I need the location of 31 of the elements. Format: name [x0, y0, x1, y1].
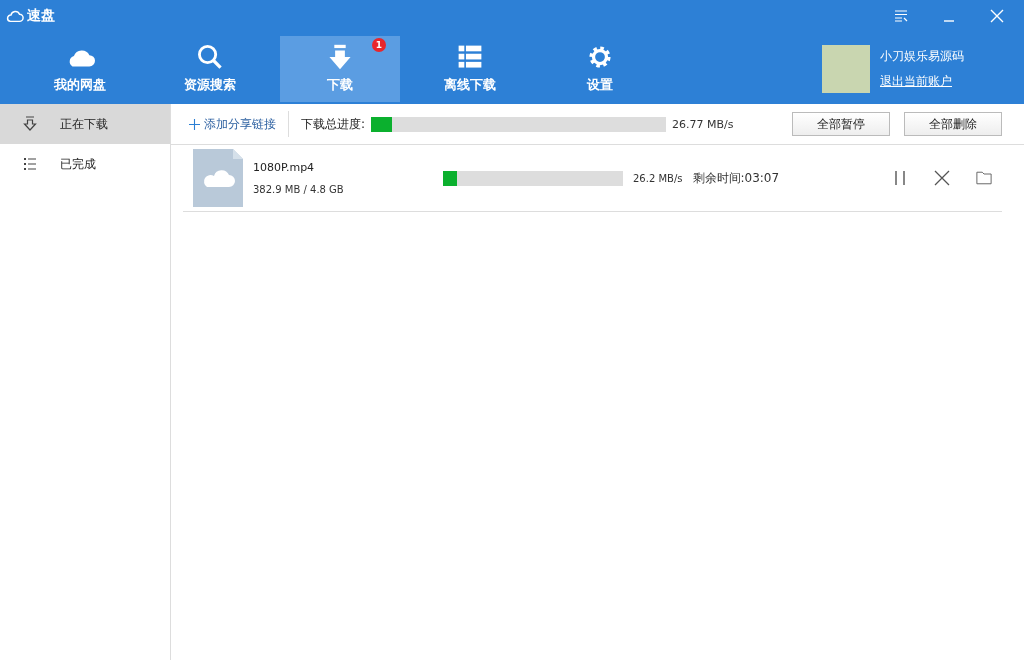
nav-tab[interactable]: 资源搜索 [150, 36, 270, 102]
cloud-file-icon [193, 149, 243, 207]
window-title: 速盘 [27, 7, 55, 25]
nav-tab[interactable]: 设置 [540, 36, 660, 102]
toolbar-button[interactable]: 全部暂停 [792, 112, 890, 136]
pause-icon[interactable] [892, 170, 908, 186]
search-icon [195, 44, 225, 70]
add-share-link[interactable]: 添加分享链接 [189, 115, 276, 133]
toolbar-button[interactable]: 全部删除 [904, 112, 1002, 136]
sidebar-item[interactable]: 正在下载 [0, 104, 170, 144]
account-name: 小刀娱乐易源码 [880, 48, 964, 65]
download-arrow-icon [22, 116, 38, 132]
plus-icon [189, 118, 200, 130]
nav-tab[interactable]: 我的网盘 [20, 36, 140, 102]
nav-tab[interactable]: 下载 1 [280, 36, 400, 102]
download-speed: 26.2 MB/s [633, 172, 683, 184]
file-name: 1080P.mp4 [253, 161, 316, 174]
count-badge: 1 [372, 38, 386, 52]
cloud-icon [6, 8, 24, 24]
close-icon[interactable] [934, 170, 950, 186]
list-icon [22, 156, 38, 172]
file-size: 382.9 MB / 4.8 GB [253, 184, 345, 195]
sidebar-item[interactable]: 已完成 [0, 144, 170, 184]
folder-icon[interactable] [976, 170, 992, 186]
menu-icon[interactable] [894, 9, 908, 23]
logout-link[interactable]: 退出当前账户 [880, 73, 964, 90]
avatar-image-placeholder [822, 45, 870, 93]
remaining-time: 剩余时间:03:07 [692, 169, 780, 187]
total-speed: 26.77 MB/s [672, 117, 734, 131]
nav-tab[interactable]: 离线下载 [410, 36, 530, 102]
total-progress-label: 下载总进度: [301, 115, 366, 133]
